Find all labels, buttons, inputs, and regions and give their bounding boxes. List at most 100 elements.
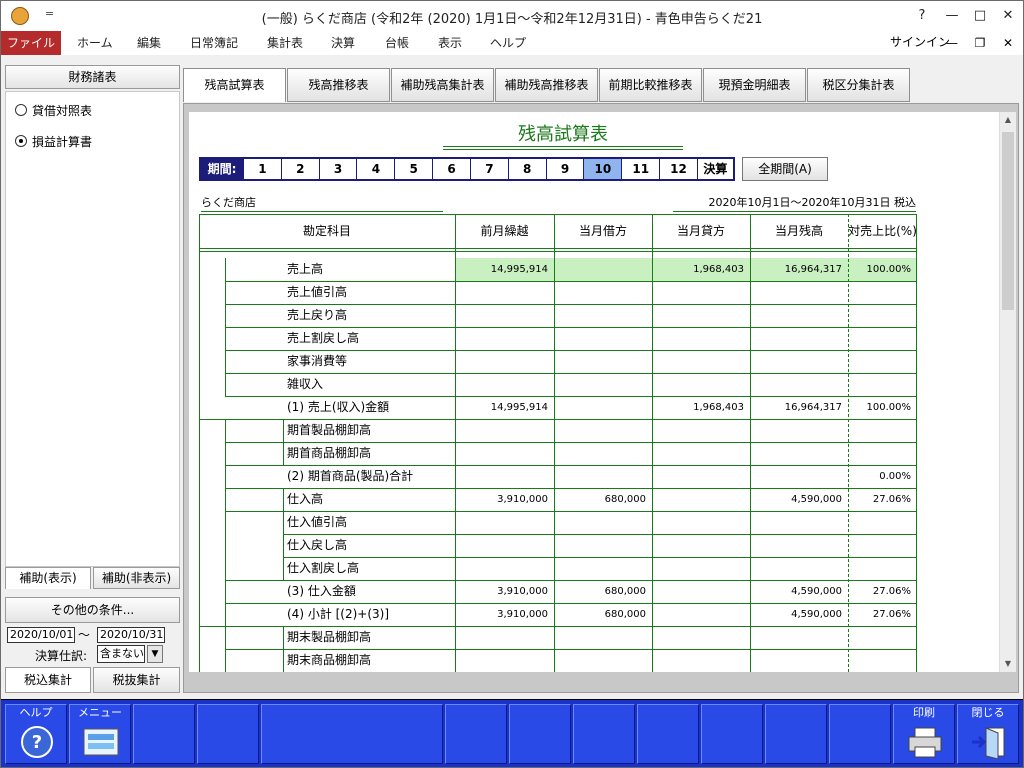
radio-selected-icon xyxy=(15,135,27,147)
other-conditions-button[interactable]: その他の条件... xyxy=(5,597,180,623)
menu-settlement[interactable]: 決算 xyxy=(331,31,355,55)
menu-function-button[interactable]: メニュー xyxy=(69,704,131,764)
menu-edit[interactable]: 編集 xyxy=(137,31,161,55)
menu-ledger[interactable]: 台帳 xyxy=(385,31,409,55)
mdi-close-button[interactable]: ✕ xyxy=(997,33,1019,53)
function-key-5[interactable] xyxy=(261,704,443,764)
function-key-6[interactable] xyxy=(445,704,507,764)
menu-file[interactable]: ファイル xyxy=(1,31,61,55)
period-3[interactable]: 3 xyxy=(318,159,357,179)
account-name: 売上高 xyxy=(287,262,324,276)
function-key-9[interactable] xyxy=(637,704,699,764)
tab-sub-balance-trend[interactable]: 補助残高推移表 xyxy=(495,68,598,102)
column-header: 当月借方 xyxy=(578,224,627,238)
scroll-up-icon[interactable]: ▲ xyxy=(1000,112,1016,128)
menu-summary[interactable]: 集計表 xyxy=(267,31,303,55)
menu-view[interactable]: 表示 xyxy=(438,31,462,55)
period-1[interactable]: 1 xyxy=(243,159,281,179)
account-name: 仕入高 xyxy=(287,492,324,506)
table-cell xyxy=(652,488,744,511)
table-cell xyxy=(455,649,548,672)
table-cell xyxy=(848,511,911,534)
table-cell xyxy=(554,327,646,350)
function-key-4[interactable] xyxy=(197,704,259,764)
period-10[interactable]: 10 xyxy=(583,159,622,179)
period-8[interactable]: 8 xyxy=(507,159,546,179)
account-name: 期末製品棚卸高 xyxy=(287,630,372,644)
period-9[interactable]: 9 xyxy=(545,159,584,179)
function-key-7[interactable] xyxy=(509,704,571,764)
tree-line xyxy=(283,488,284,580)
tab-tax-category-summary[interactable]: 税区分集計表 xyxy=(807,68,910,102)
help-function-button[interactable]: ヘルプ ? xyxy=(5,704,67,764)
radio-circle-icon xyxy=(15,104,27,116)
print-function-button[interactable]: 印刷 xyxy=(893,704,955,764)
tab-sub-hide[interactable]: 補助(非表示) xyxy=(93,567,180,589)
menu-home[interactable]: ホーム xyxy=(77,31,113,55)
chevron-down-icon[interactable]: ▼ xyxy=(147,645,163,663)
table-cell: 27.06% xyxy=(872,609,911,620)
scroll-down-icon[interactable]: ▼ xyxy=(1000,656,1016,672)
menu-help[interactable]: ヘルプ xyxy=(490,31,526,55)
tab-trial-balance[interactable]: 残高試算表 xyxy=(183,68,286,102)
function-key-8[interactable] xyxy=(573,704,635,764)
column-header: 対売上比(%) xyxy=(848,224,917,238)
help-icon[interactable]: ? xyxy=(909,5,935,27)
settlement-select[interactable]: 含まない xyxy=(97,645,145,663)
menu-daily-bookkeeping[interactable]: 日常簿記 xyxy=(190,31,238,55)
period-selector: 期間: 1 2 3 4 5 6 7 8 9 10 11 12 決算 xyxy=(199,157,735,181)
period-11[interactable]: 11 xyxy=(621,159,659,179)
period-6[interactable]: 6 xyxy=(432,159,470,179)
tab-sub-show[interactable]: 補助(表示) xyxy=(5,567,91,589)
tab-sub-balance-summary[interactable]: 補助残高集計表 xyxy=(391,68,494,102)
grid-line xyxy=(199,251,917,252)
radio-income-statement[interactable]: 損益計算書 xyxy=(15,132,92,150)
function-key-3[interactable] xyxy=(133,704,195,764)
table-cell xyxy=(652,281,744,304)
vertical-scrollbar[interactable]: ▲ ▼ xyxy=(999,112,1016,672)
table-cell xyxy=(652,419,744,442)
grid-line xyxy=(848,214,849,672)
minimize-button[interactable]: — xyxy=(939,5,965,27)
period-5[interactable]: 5 xyxy=(394,159,432,179)
period-7[interactable]: 7 xyxy=(469,159,508,179)
period-settlement[interactable]: 決算 xyxy=(696,159,733,179)
close-function-button[interactable]: 閉じる xyxy=(957,704,1019,764)
tab-cash-details[interactable]: 現預金明細表 xyxy=(703,68,806,102)
date-from-field[interactable]: 2020/10/01 xyxy=(7,627,75,643)
tab-prior-comparison[interactable]: 前期比較推移表 xyxy=(599,68,702,102)
scroll-thumb[interactable] xyxy=(1002,132,1014,310)
mdi-restore-button[interactable]: ❐ xyxy=(969,33,991,53)
maximize-button[interactable]: □ xyxy=(967,5,993,27)
table-cell xyxy=(554,373,646,396)
date-to-field[interactable]: 2020/10/31 xyxy=(97,627,165,643)
mdi-minimize-button[interactable]: — xyxy=(941,33,963,53)
close-button[interactable]: ✕ xyxy=(995,5,1021,27)
table-cell xyxy=(455,304,548,327)
grid-line xyxy=(199,214,917,215)
title-underline xyxy=(443,146,683,147)
period-2[interactable]: 2 xyxy=(280,159,319,179)
period-4[interactable]: 4 xyxy=(356,159,394,179)
radio-balance-sheet[interactable]: 貸借対照表 xyxy=(15,101,92,119)
date-separator: ～ xyxy=(78,628,91,642)
table-cell xyxy=(848,350,911,373)
table-cell xyxy=(848,649,911,672)
period-label: 期間: xyxy=(201,159,243,179)
table-cell xyxy=(848,327,911,350)
table-cell: 4,590,000 xyxy=(791,609,842,620)
table-cell xyxy=(848,442,911,465)
tax-included-button[interactable]: 税込集計 xyxy=(5,667,91,693)
table-cell xyxy=(554,350,646,373)
function-key-10[interactable] xyxy=(701,704,763,764)
tab-balance-trend[interactable]: 残高推移表 xyxy=(287,68,390,102)
tax-excluded-button[interactable]: 税抜集計 xyxy=(93,667,180,693)
account-name: 家事消費等 xyxy=(287,354,348,368)
all-period-button[interactable]: 全期間(A) xyxy=(742,157,828,181)
table-cell: 1,968,403 xyxy=(693,264,744,275)
function-key-12[interactable] xyxy=(829,704,891,764)
table-cell xyxy=(554,304,646,327)
function-key-11[interactable] xyxy=(765,704,827,764)
period-12[interactable]: 12 xyxy=(659,159,697,179)
account-name: 期首商品棚卸高 xyxy=(287,446,372,460)
